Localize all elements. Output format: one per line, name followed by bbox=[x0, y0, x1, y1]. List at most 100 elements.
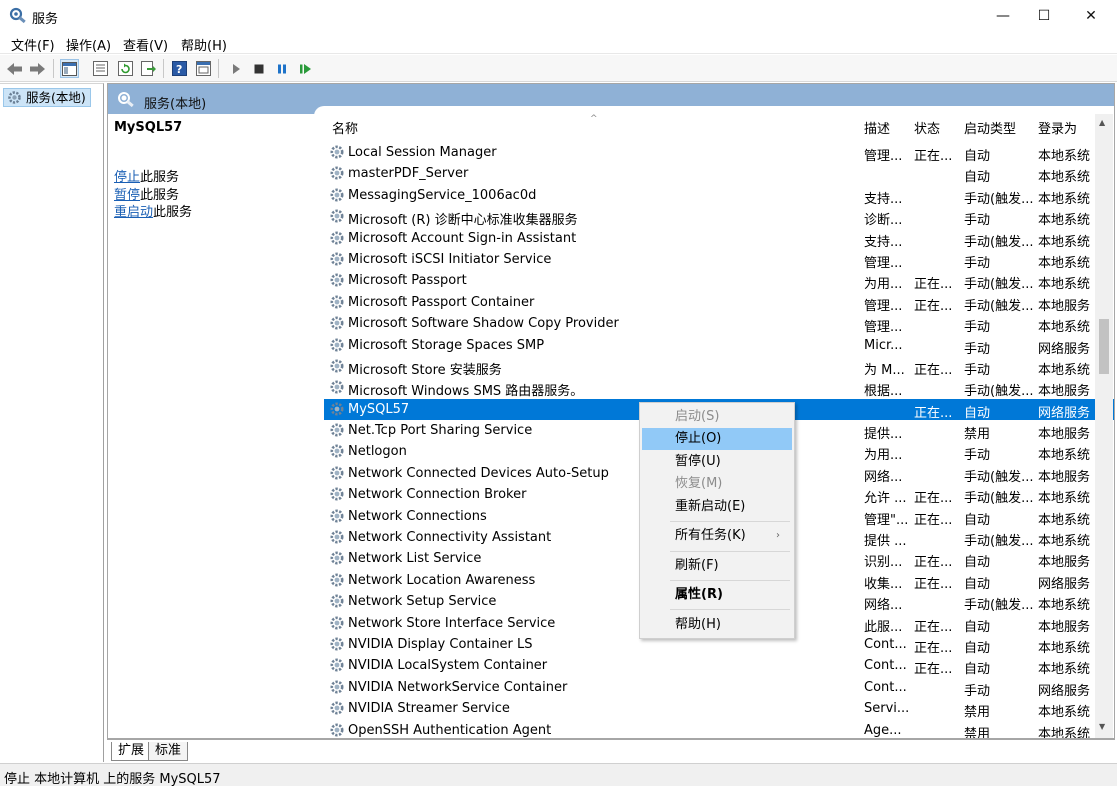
service-row[interactable]: masterPDF_Server 自动 本地系统 bbox=[324, 163, 1114, 186]
maximize-button[interactable]: ☐ bbox=[1021, 0, 1067, 32]
service-name: Microsoft (R) 诊断中心标准收集器服务 bbox=[348, 213, 578, 229]
start-service-icon[interactable] bbox=[226, 59, 245, 78]
context-separator bbox=[670, 580, 790, 581]
minimize-button[interactable]: — bbox=[980, 0, 1026, 32]
service-startup-type: 自动 bbox=[964, 512, 991, 528]
menu-help[interactable]: 帮助(H) bbox=[181, 35, 227, 54]
export-list-icon[interactable] bbox=[139, 59, 158, 78]
context-start[interactable]: 启动(S) bbox=[642, 406, 792, 428]
service-logon-as: 本地服务 bbox=[1038, 555, 1091, 571]
context-refresh[interactable]: 刷新(F) bbox=[642, 555, 792, 577]
context-pause[interactable]: 暂停(U) bbox=[642, 451, 792, 473]
context-resume[interactable]: 恢复(M) bbox=[642, 473, 792, 495]
refresh-icon[interactable] bbox=[116, 59, 135, 78]
service-details-panel: MySQL57 停止此服务 暂停此服务 重启动此服务 bbox=[114, 120, 309, 220]
service-startup-type: 自动 bbox=[964, 555, 991, 571]
service-row[interactable]: Microsoft Passport 为用... 正在... 手动(触发... 本地系统 bbox=[324, 270, 1114, 293]
service-row[interactable]: Microsoft Software Shadow Copy Provider 管… bbox=[324, 313, 1114, 336]
context-properties[interactable]: 属性(R) bbox=[642, 584, 792, 606]
properties-window-icon[interactable] bbox=[194, 59, 213, 78]
service-logon-as: 本地系统 bbox=[1038, 170, 1091, 186]
context-help[interactable]: 帮助(H) bbox=[642, 614, 792, 636]
forward-arrow-icon[interactable] bbox=[28, 59, 47, 78]
column-header-description[interactable]: 描述 bbox=[864, 118, 890, 140]
service-row[interactable]: OpenSSH Authentication Agent Age... 禁用 本地系统 bbox=[324, 720, 1114, 738]
service-gear-icon bbox=[329, 657, 345, 677]
service-description: 管理... bbox=[864, 320, 903, 336]
column-header-status[interactable]: 状态 bbox=[914, 118, 940, 140]
tab-standard[interactable]: 标准 bbox=[148, 742, 189, 761]
service-gear-icon bbox=[329, 572, 345, 592]
console-tree-icon[interactable] bbox=[60, 59, 79, 78]
context-menu: 启动(S) 停止(O) 暂停(U) 恢复(M) 重新启动(E) 所有任务(K) … bbox=[639, 402, 795, 639]
tree-item-services-local[interactable]: 服务(本地) bbox=[3, 88, 91, 107]
service-description: 根据... bbox=[864, 384, 903, 400]
service-row[interactable]: Microsoft Storage Spaces SMP Micr... 手动 网络服… bbox=[324, 335, 1114, 357]
service-row[interactable]: Local Session Manager 管理... 正在... 自动 本地系统 bbox=[324, 142, 1114, 164]
column-header-startup-type[interactable]: 启动类型 bbox=[964, 118, 1016, 140]
toolbar: ? bbox=[0, 55, 1117, 82]
pause-service-icon[interactable] bbox=[272, 59, 291, 78]
vertical-scrollbar[interactable]: ▲ ▼ bbox=[1095, 114, 1113, 738]
service-gear-icon bbox=[329, 272, 345, 292]
menu-view[interactable]: 查看(V) bbox=[123, 35, 168, 54]
service-description: 提供 ... bbox=[864, 534, 907, 550]
column-header-logon-as[interactable]: 登录为 bbox=[1038, 118, 1077, 140]
service-description: 网络... bbox=[864, 469, 903, 485]
back-arrow-icon[interactable] bbox=[5, 59, 24, 78]
title-bar: 服务 — ☐ ✕ bbox=[0, 0, 1117, 32]
service-logon-as: 本地系统 bbox=[1038, 705, 1091, 721]
service-gear-icon bbox=[329, 550, 345, 570]
scroll-thumb[interactable] bbox=[1099, 319, 1109, 374]
service-row[interactable]: Microsoft iSCSI Initiator Service 管理... 手动… bbox=[324, 249, 1114, 271]
service-gear-icon bbox=[329, 700, 345, 720]
service-startup-type: 手动 bbox=[964, 213, 991, 229]
scroll-down-icon[interactable]: ▼ bbox=[1099, 722, 1105, 731]
action-text: 此服务 bbox=[140, 170, 180, 185]
context-all-tasks[interactable]: 所有任务(K) › bbox=[642, 525, 792, 547]
restart-service-icon[interactable] bbox=[296, 59, 315, 78]
service-row[interactable]: MessagingService_1006ac0d 支持... 手动(触发... 本地… bbox=[324, 185, 1114, 207]
stop-service-icon[interactable] bbox=[249, 59, 268, 78]
service-row[interactable]: NVIDIA LocalSystem Container Cont... 正在...… bbox=[324, 655, 1114, 677]
service-gear-icon bbox=[329, 230, 345, 250]
service-gear-icon bbox=[329, 722, 345, 738]
service-description: Cont... bbox=[864, 658, 907, 674]
service-row[interactable]: NVIDIA Streamer Service Servi... 禁用 本地系统 bbox=[324, 698, 1114, 721]
service-row[interactable]: Microsoft Account Sign-in Assistant 支持...… bbox=[324, 228, 1114, 250]
help-icon[interactable]: ? bbox=[170, 59, 189, 78]
service-row[interactable]: Microsoft Windows SMS 路由器服务。 根据... 手动(触发..… bbox=[324, 377, 1114, 400]
service-name: Microsoft Windows SMS 路由器服务。 bbox=[348, 384, 584, 400]
service-startup-type: 手动(触发... bbox=[964, 384, 1034, 400]
restart-service-link[interactable]: 重启动 bbox=[114, 205, 153, 220]
service-description: 识别... bbox=[864, 555, 903, 571]
service-status: 正在... bbox=[914, 277, 953, 293]
action-text: 此服务 bbox=[153, 205, 193, 220]
service-description: 诊断... bbox=[864, 213, 903, 229]
service-description: Age... bbox=[864, 722, 902, 738]
service-row[interactable]: Microsoft (R) 诊断中心标准收集器服务 诊断... 手动 本地系统 bbox=[324, 206, 1114, 229]
service-description: 为 M... bbox=[864, 362, 905, 378]
context-stop[interactable]: 停止(O) bbox=[642, 428, 792, 450]
status-bar: 停止 本地计算机 上的服务 MySQL57 bbox=[0, 763, 1117, 786]
tab-extended[interactable]: 扩展 bbox=[111, 742, 152, 761]
scroll-up-icon[interactable]: ▲ bbox=[1099, 118, 1105, 127]
service-status: 正在... bbox=[914, 149, 953, 164]
context-restart[interactable]: 重新启动(E) bbox=[642, 496, 792, 518]
service-logon-as: 本地服务 bbox=[1038, 619, 1091, 635]
service-name: OpenSSH Authentication Agent bbox=[348, 722, 552, 738]
stop-service-link[interactable]: 停止 bbox=[114, 170, 140, 185]
list-view-icon[interactable] bbox=[91, 59, 110, 78]
column-header-name[interactable]: 名称 bbox=[332, 118, 358, 140]
service-row[interactable]: Microsoft Passport Container 管理... 正在... 手动… bbox=[324, 292, 1114, 314]
service-status: 正在... bbox=[914, 491, 953, 507]
service-row[interactable]: Microsoft Store 安装服务 为 M... 正在... 手动 本地系统 bbox=[324, 356, 1114, 378]
services-app-icon bbox=[9, 7, 26, 24]
close-button[interactable]: ✕ bbox=[1068, 0, 1114, 32]
service-startup-type: 自动 bbox=[964, 576, 991, 592]
service-gear-icon bbox=[329, 593, 345, 613]
service-gear-icon bbox=[329, 529, 345, 549]
service-row[interactable]: NVIDIA NetworkService Container Cont... 手动… bbox=[324, 677, 1114, 699]
menu-action[interactable]: 操作(A) bbox=[66, 35, 111, 54]
menu-file[interactable]: 文件(F) bbox=[11, 35, 55, 54]
